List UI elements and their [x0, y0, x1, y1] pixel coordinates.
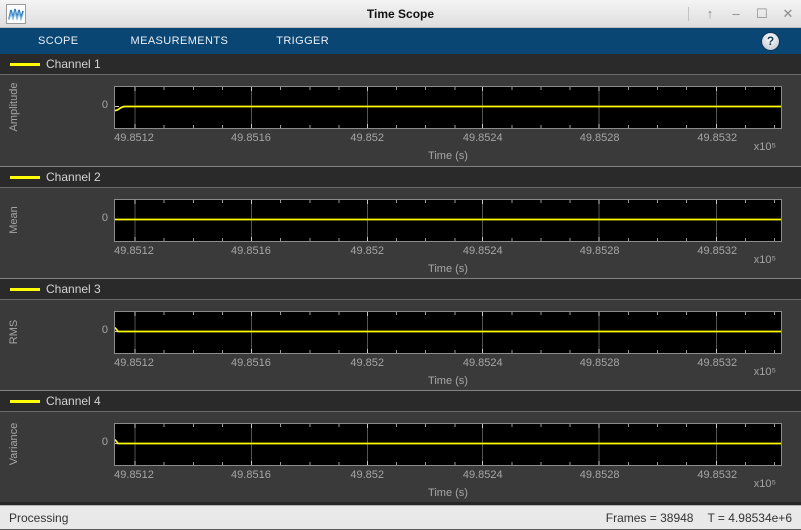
y-tick-label: 0 — [101, 212, 108, 224]
channel-panel: Channel 3 RMS 0 49.8512 49.8516 49.852 49.8… — [0, 278, 801, 390]
x-tick-labels: 49.8512 49.8516 49.852 49.8524 49.8528 49.853… — [114, 357, 782, 370]
tab-scope[interactable]: SCOPE — [38, 35, 79, 47]
axis-exponent-label: x10⁵ — [753, 366, 776, 378]
x-tick-label: 49.8516 — [231, 132, 271, 144]
axis-exponent-label: x10⁵ — [753, 478, 776, 490]
x-tick-label: 49.8512 — [114, 245, 154, 257]
y-axis-label: Variance — [8, 422, 20, 466]
app-waveform-icon — [6, 3, 26, 24]
x-axis-row: Time (s) x10⁵ — [114, 141, 782, 164]
legend-line-sample — [10, 62, 40, 66]
x-tick-label: 49.8528 — [579, 245, 620, 257]
x-tick-label: 49.8524 — [462, 245, 503, 257]
x-axis-label: Time (s) — [428, 487, 468, 499]
legend-line-sample — [10, 175, 40, 179]
x-tick-label: 49.8524 — [462, 469, 503, 481]
statusbar: Processing Frames = 38948 T = 4.98534e+6 — [0, 505, 801, 530]
x-tick-label: 49.8528 — [579, 469, 620, 481]
channels: Channel 1 Amplitude 0 49.8512 49.8516 49.8… — [0, 54, 801, 505]
close-icon[interactable]: ✕ — [781, 7, 795, 20]
legend-label: Channel 2 — [46, 170, 101, 184]
x-tick-label: 49.852 — [350, 245, 384, 257]
x-tick-label: 49.8516 — [231, 357, 271, 369]
x-tick-label: 49.8528 — [579, 132, 620, 144]
y-tick-label: 0 — [101, 324, 108, 336]
x-axis-label: Time (s) — [428, 375, 468, 387]
x-tick-label: 49.8532 — [697, 245, 738, 257]
plot-axes[interactable] — [114, 86, 782, 129]
plot-region: Mean 0 49.8512 49.8516 49.852 49.8524 49.852… — [0, 188, 801, 278]
channel-panel: Channel 1 Amplitude 0 49.8512 49.8516 49.8… — [0, 54, 801, 166]
x-tick-labels: 49.8512 49.8516 49.852 49.8524 49.8528 49.853… — [114, 132, 782, 145]
x-axis-row: Time (s) x10⁵ — [114, 478, 782, 501]
status-right: Frames = 38948 T = 4.98534e+6 — [606, 511, 792, 525]
maximize-icon[interactable]: ☐ — [755, 7, 769, 20]
y-axis-label: Amplitude — [8, 82, 20, 132]
x-tick-label: 49.8512 — [114, 132, 154, 144]
plot-region: RMS 0 49.8512 49.8516 49.852 49.8524 49.8528… — [0, 300, 801, 390]
tab-trigger[interactable]: TRIGGER — [276, 35, 329, 47]
window-controls: ↑ – ☐ ✕ — [688, 6, 795, 21]
x-axis-label: Time (s) — [428, 263, 468, 275]
x-axis-label: Time (s) — [428, 150, 468, 162]
y-axis-label: RMS — [8, 319, 20, 345]
x-axis-row: Time (s) x10⁵ — [114, 254, 782, 277]
minimize-icon[interactable]: – — [729, 7, 743, 20]
legend-label: Channel 1 — [46, 57, 101, 71]
status-frames: Frames = 38948 — [605, 510, 694, 525]
x-axis-row: Time (s) x10⁵ — [114, 366, 782, 389]
x-tick-label: 49.8532 — [697, 469, 738, 481]
x-tick-label: 49.8512 — [114, 469, 154, 481]
channel-legend[interactable]: Channel 4 — [0, 391, 801, 412]
legend-line-sample — [10, 287, 40, 291]
plot-axes[interactable] — [114, 423, 782, 466]
legend-label: Channel 3 — [46, 282, 101, 296]
plot-axes[interactable] — [114, 199, 782, 242]
time-scope-window: Time Scope ↑ – ☐ ✕ SCOPE MEASUREMENTS TRIGGER… — [0, 0, 801, 530]
y-tick-label: 0 — [101, 436, 108, 448]
float-icon[interactable]: ↑ — [703, 7, 717, 20]
x-tick-labels: 49.8512 49.8516 49.852 49.8524 49.8528 49.853… — [114, 469, 782, 482]
x-tick-label: 49.852 — [350, 357, 384, 369]
channel-panel: Channel 4 Variance 0 49.8512 49.8516 49.85… — [0, 390, 801, 502]
window-title: Time Scope — [366, 6, 435, 21]
x-tick-label: 49.8524 — [462, 132, 503, 144]
y-tick-label: 0 — [101, 99, 108, 111]
plot-region: Variance 0 49.8512 49.8516 49.852 49.8524 49… — [0, 412, 801, 502]
axis-exponent-label: x10⁵ — [753, 141, 776, 153]
x-tick-label: 49.8524 — [462, 357, 503, 369]
legend-label: Channel 4 — [46, 394, 101, 408]
channel-legend[interactable]: Channel 1 — [0, 54, 801, 75]
channel-legend[interactable]: Channel 2 — [0, 167, 801, 188]
status-time: T = 4.98534e+6 — [707, 510, 792, 525]
help-icon[interactable]: ? — [762, 32, 779, 50]
y-axis-label: Mean — [8, 206, 20, 234]
plot-axes[interactable] — [114, 311, 782, 354]
x-tick-label: 49.852 — [350, 469, 384, 481]
status-processing: Processing — [9, 510, 69, 525]
x-tick-label: 49.8512 — [114, 357, 154, 369]
channel-legend[interactable]: Channel 3 — [0, 279, 801, 300]
x-tick-label: 49.8516 — [231, 245, 271, 257]
axis-exponent-label: x10⁵ — [753, 254, 776, 266]
legend-line-sample — [10, 399, 40, 403]
x-tick-label: 49.852 — [350, 132, 384, 144]
x-tick-label: 49.8532 — [697, 357, 738, 369]
plot-region: Amplitude 0 49.8512 49.8516 49.852 49.8524 4… — [0, 75, 801, 166]
controls-divider — [688, 6, 689, 21]
toolstrip: SCOPE MEASUREMENTS TRIGGER ? — [0, 28, 801, 54]
channel-panel: Channel 2 Mean 0 49.8512 49.8516 49.852 49.… — [0, 166, 801, 278]
tab-measurements[interactable]: MEASUREMENTS — [131, 35, 229, 47]
titlebar: Time Scope ↑ – ☐ ✕ — [0, 0, 801, 28]
x-tick-labels: 49.8512 49.8516 49.852 49.8524 49.8528 49.853… — [114, 245, 782, 258]
x-tick-label: 49.8532 — [697, 132, 738, 144]
x-tick-label: 49.8528 — [579, 357, 620, 369]
x-tick-label: 49.8516 — [231, 469, 271, 481]
